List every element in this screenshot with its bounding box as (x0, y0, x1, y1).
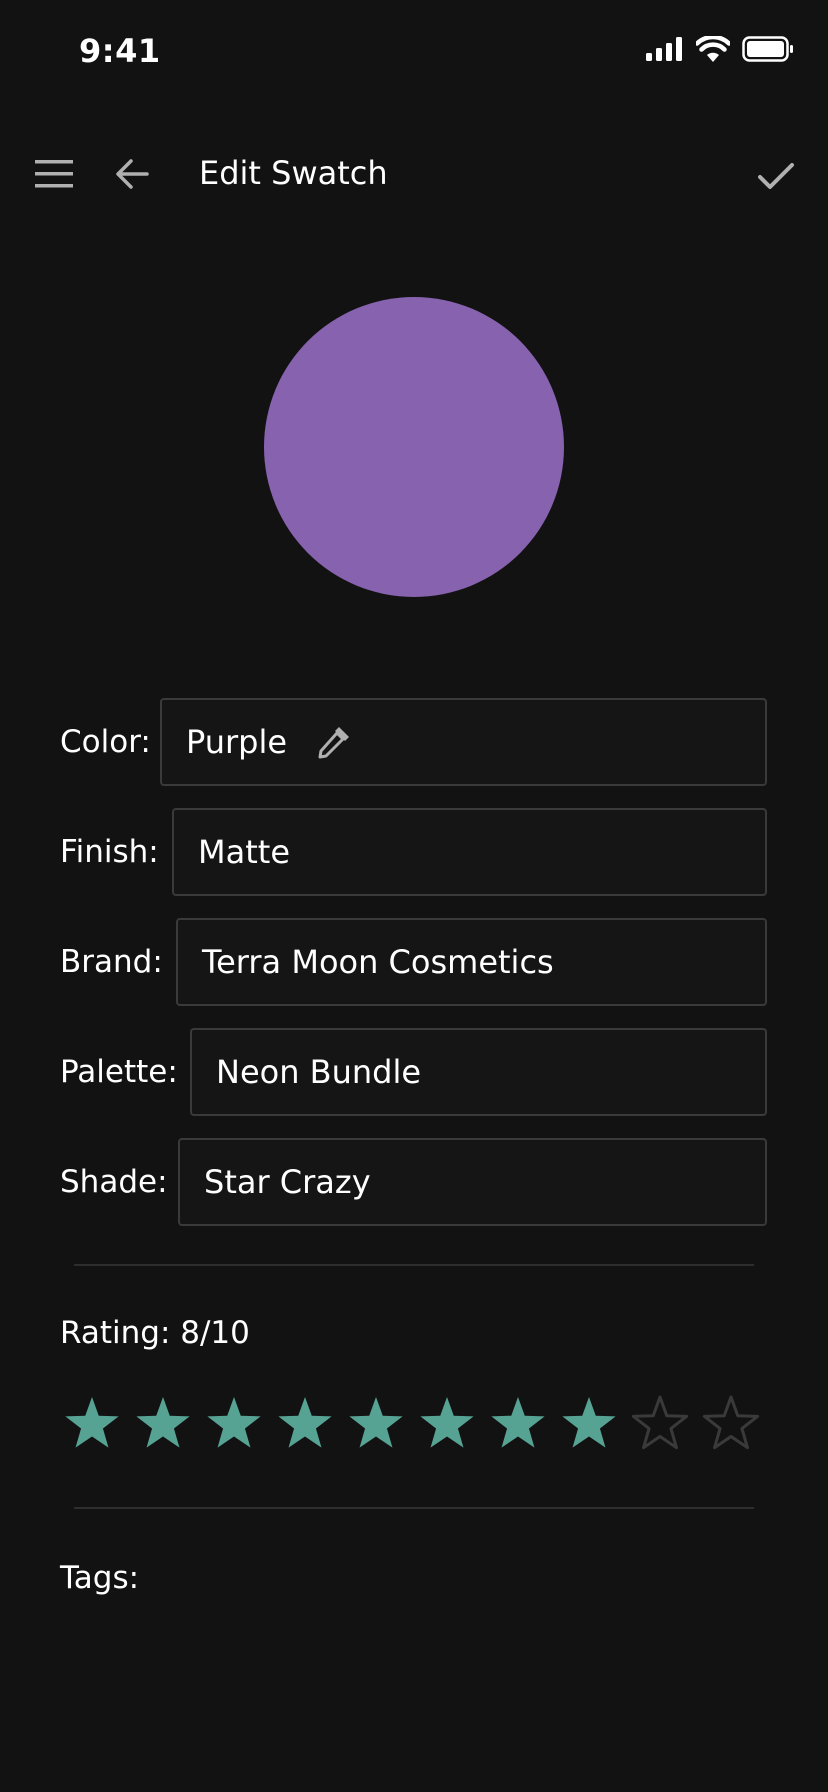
divider (74, 1264, 754, 1266)
finish-field-row: Finish: Matte (0, 808, 828, 898)
swatch-color-preview (264, 297, 564, 597)
palette-field-row: Palette: Neon Bundle (0, 1028, 828, 1118)
star-filled-icon[interactable] (417, 1394, 477, 1454)
finish-field[interactable]: Matte (172, 808, 767, 896)
color-field[interactable]: Purple (160, 698, 767, 786)
page-title: Edit Swatch (199, 154, 388, 192)
tags-label: Tags: (60, 1560, 140, 1596)
color-value: Purple (186, 723, 288, 761)
save-button[interactable] (748, 148, 804, 204)
star-filled-icon[interactable] (488, 1394, 548, 1454)
star-filled-icon[interactable] (346, 1394, 406, 1454)
app-bar: Edit Swatch (0, 120, 828, 230)
palette-field[interactable]: Neon Bundle (190, 1028, 767, 1116)
eyedropper-button[interactable] (315, 723, 353, 761)
brand-label: Brand: (60, 944, 163, 980)
status-bar: 9:41 (0, 0, 828, 100)
palette-value: Neon Bundle (216, 1053, 422, 1091)
rating-label: Rating: 8/10 (60, 1315, 250, 1351)
star-empty-icon[interactable] (630, 1394, 690, 1454)
status-time: 9:41 (79, 32, 161, 70)
cellular-signal-icon (646, 37, 682, 61)
brand-field-row: Brand: Terra Moon Cosmetics (0, 918, 828, 1008)
star-filled-icon[interactable] (62, 1394, 122, 1454)
shade-field-row: Shade: Star Crazy (0, 1138, 828, 1228)
star-empty-icon[interactable] (701, 1394, 761, 1454)
star-filled-icon[interactable] (275, 1394, 335, 1454)
finish-value: Matte (198, 833, 290, 871)
wifi-icon (696, 36, 730, 62)
star-rating[interactable] (62, 1394, 761, 1454)
finish-label: Finish: (60, 834, 159, 870)
star-filled-icon[interactable] (204, 1394, 264, 1454)
star-filled-icon[interactable] (133, 1394, 193, 1454)
shade-field[interactable]: Star Crazy (178, 1138, 767, 1226)
arrow-left-icon (116, 159, 149, 189)
brand-field[interactable]: Terra Moon Cosmetics (176, 918, 767, 1006)
hamburger-menu-icon (35, 160, 73, 188)
status-icons (646, 36, 794, 62)
star-filled-icon[interactable] (559, 1394, 619, 1454)
battery-icon (742, 36, 793, 62)
divider (74, 1507, 754, 1509)
checkmark-icon (758, 163, 794, 189)
menu-button[interactable] (28, 148, 80, 200)
shade-label: Shade: (60, 1164, 168, 1200)
brand-value: Terra Moon Cosmetics (202, 943, 554, 981)
shade-value: Star Crazy (204, 1163, 371, 1201)
palette-label: Palette: (60, 1054, 178, 1090)
back-button[interactable] (106, 148, 158, 200)
color-field-row: Color: Purple (0, 698, 828, 788)
eyedropper-icon (318, 727, 350, 759)
color-label: Color: (60, 724, 151, 760)
